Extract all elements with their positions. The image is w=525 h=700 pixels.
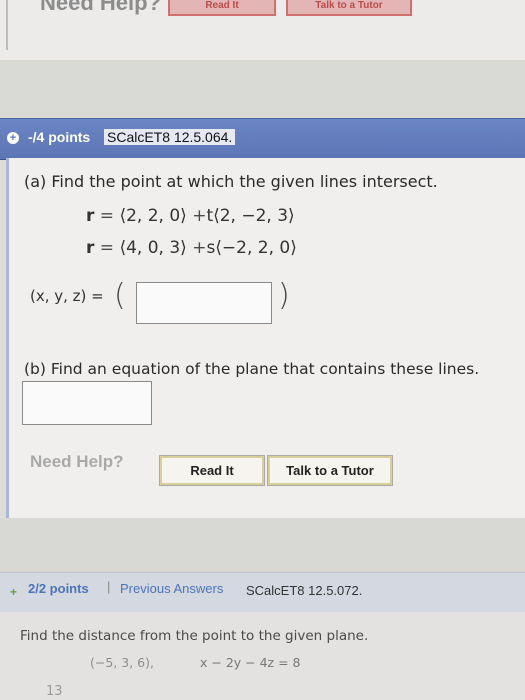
question-points: -/4 points [28,129,91,145]
line2-equals: = [99,238,115,258]
left-paren: ( [114,278,126,313]
section-gap-2 [0,518,525,572]
line2-direction: ⟨−2, 2, 0⟩ [215,238,297,258]
next-question-code: SCalcET8 12.5.072. [246,583,363,598]
xyz-label: (x, y, z) = [30,287,104,305]
line2-param: s [206,238,216,258]
line2-point: ⟨4, 0, 3⟩ [119,238,187,258]
next-question-answer: 13 [46,684,63,699]
expand-plus-icon-2[interactable]: + [10,585,17,599]
expand-plus-icon[interactable]: + [7,132,19,144]
given-plane: x − 2y − 4z = 8 [200,655,301,670]
previous-question-panel: Need Help? Read It Talk to a Tutor [0,0,525,61]
question-code: SCalcET8 12.5.064. [104,129,236,145]
read-it-button[interactable]: Read It [159,455,265,486]
line-equation-1: r = ⟨2, 2, 0⟩ +t⟨2, −2, 3⟩ [86,206,295,226]
part-b-prompt: (b) Find an equation of the plane that c… [24,360,480,378]
line-equation-2: r = ⟨4, 0, 3⟩ +s⟨−2, 2, 0⟩ [86,238,297,258]
previous-answers-link[interactable]: Previous Answers [120,581,223,596]
line2-var: r [86,238,95,258]
talk-to-tutor-button[interactable]: Talk to a Tutor [267,455,393,486]
line1-var: r [86,206,95,226]
right-paren: ) [278,278,290,313]
plane-equation-input[interactable] [22,381,152,425]
read-it-button-top[interactable]: Read It [168,0,276,16]
section-gap [0,60,525,118]
intersection-point-input[interactable] [136,282,272,324]
need-help-label-top: Need Help? [40,0,162,15]
next-question-points: 2/2 points [28,581,89,596]
next-question-prompt: Find the distance from the point to the … [20,628,369,644]
line1-point: ⟨2, 2, 0⟩ [119,206,187,226]
line1-plus: + [192,206,207,226]
line1-equals: = [99,206,115,226]
given-point: (−5, 3, 6), [90,655,154,670]
need-help-label: Need Help? [30,452,124,471]
panel-left-rule [6,0,8,50]
talk-to-tutor-button-top[interactable]: Talk to a Tutor [286,0,412,16]
question-header-bar: + -/4 points SCalcET8 12.5.064. [0,118,525,160]
next-question-header-bar: + 2/2 points | Previous Answers SCalcET8… [0,572,525,613]
line2-plus: + [192,238,207,258]
line1-direction: ⟨2, −2, 3⟩ [213,206,295,226]
header-separator: | [107,579,111,594]
part-a-prompt: (a) Find the point at which the given li… [24,172,438,191]
